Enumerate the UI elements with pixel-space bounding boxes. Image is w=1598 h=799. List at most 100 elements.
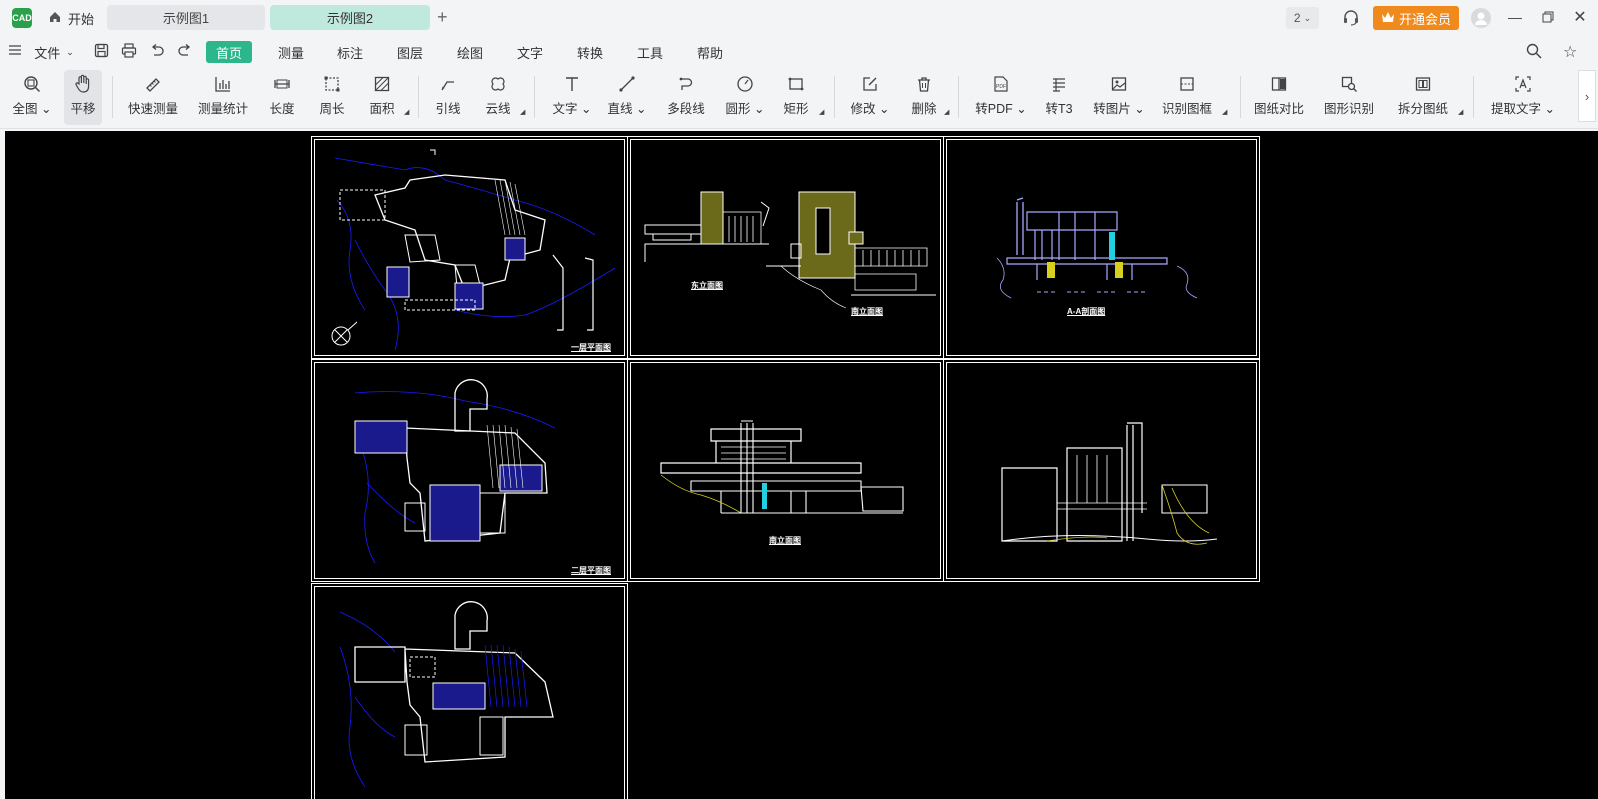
- drawing-sheet-floor2[interactable]: 二层平面图: [311, 359, 628, 582]
- extract-text-button[interactable]: 提取文字 ⌄: [1488, 70, 1558, 125]
- redo-icon[interactable]: [177, 43, 192, 61]
- pdf-file-icon: PDF: [992, 70, 1010, 98]
- home-tab[interactable]: 开始: [42, 7, 100, 29]
- star-icon[interactable]: ☆: [1563, 42, 1577, 62]
- floor3-drawing: [339, 601, 554, 788]
- home-tab-label: 开始: [68, 11, 95, 27]
- chevron-down-icon: ⌄: [1303, 12, 1312, 23]
- hand-icon: [74, 70, 92, 98]
- circle-button[interactable]: 圆形 ⌄: [721, 70, 769, 125]
- west-elevation-drawing: [1001, 422, 1218, 545]
- page-count-value: 2: [1293, 11, 1301, 25]
- tool-label: 图纸对比: [1253, 102, 1304, 116]
- sheet-title: A-A剖面图: [1067, 307, 1106, 316]
- compare-button[interactable]: 图纸对比: [1250, 70, 1308, 125]
- pdf-badge-text: PDF: [996, 84, 1006, 90]
- toolbar-separator: [534, 76, 535, 118]
- toolbar-separator: [418, 76, 419, 118]
- drawing-canvas[interactable]: 一层平面图 东立面图 南立面图 A-A剖面图 二层平面图 南立面图: [5, 131, 1598, 799]
- area-icon: [373, 70, 391, 98]
- ruler-icon: [144, 70, 162, 98]
- drawing-sheet-floor3[interactable]: [311, 583, 628, 799]
- tab-convert[interactable]: 转换: [567, 41, 613, 63]
- close-icon[interactable]: ✕: [1572, 9, 1588, 26]
- detect-frame-button[interactable]: 识别图框: [1162, 70, 1212, 125]
- shape-recognition-button[interactable]: 图形识别: [1320, 70, 1378, 125]
- full-view-button[interactable]: 全图 ⌄: [9, 70, 55, 125]
- hamburger-icon[interactable]: [9, 44, 21, 59]
- search-icon[interactable]: [1526, 43, 1542, 62]
- pan-button[interactable]: 平移: [64, 70, 102, 125]
- polyline-icon: [677, 70, 695, 98]
- expand-icon[interactable]: ◢: [520, 108, 525, 116]
- undo-icon[interactable]: [150, 43, 165, 61]
- vip-label: 开通会员: [1398, 11, 1451, 27]
- split-drawing-button[interactable]: 拆分图纸: [1394, 70, 1452, 125]
- minimize-icon[interactable]: —: [1507, 9, 1523, 25]
- tool-label: 周长: [319, 102, 345, 116]
- tool-label: 快速测量: [127, 102, 178, 116]
- tab-help[interactable]: 帮助: [687, 41, 733, 63]
- vip-button[interactable]: 开通会员: [1373, 6, 1459, 30]
- section-drawing: [996, 197, 1198, 299]
- to-pdf-button[interactable]: PDF 转PDF ⌄: [975, 70, 1027, 125]
- rect-button[interactable]: 矩形: [776, 70, 816, 125]
- tool-label: 修改: [850, 102, 876, 116]
- expand-icon[interactable]: ◢: [1222, 108, 1227, 116]
- modify-button[interactable]: 修改 ⌄: [846, 70, 894, 125]
- tool-label: 提取文字: [1491, 102, 1542, 116]
- tab-example-2[interactable]: 示例图2: [270, 5, 430, 30]
- page-count-dropdown[interactable]: 2 ⌄: [1286, 7, 1319, 29]
- polyline-button[interactable]: 多段线: [662, 70, 710, 125]
- perimeter-button[interactable]: 周长: [312, 70, 352, 125]
- measure-stats-button[interactable]: 测量统计: [192, 70, 254, 125]
- file-menu[interactable]: 文件 ⌄: [30, 41, 78, 63]
- expand-icon[interactable]: ◢: [1458, 108, 1463, 116]
- leader-button[interactable]: 引线: [428, 70, 468, 125]
- drawing-sheet-west-elevation[interactable]: [943, 359, 1260, 582]
- text-button[interactable]: 文字 ⌄: [548, 70, 596, 125]
- toolbar-separator: [112, 76, 113, 118]
- expand-icon[interactable]: ◢: [404, 108, 409, 116]
- drawing-sheet-east-south-elevation[interactable]: 东立面图 南立面图: [627, 136, 944, 359]
- to-image-button[interactable]: 转图片 ⌄: [1093, 70, 1145, 125]
- drawing-sheet-floor1[interactable]: 一层平面图: [311, 136, 628, 359]
- expand-icon[interactable]: ◢: [819, 108, 824, 116]
- quick-measure-button[interactable]: 快速测量: [122, 70, 184, 125]
- area-button[interactable]: 面积: [362, 70, 402, 125]
- print-icon[interactable]: [121, 43, 137, 61]
- trash-icon: [915, 70, 933, 98]
- tab-draw[interactable]: 绘图: [447, 41, 493, 63]
- drawing-sheet-south-elevation[interactable]: 南立面图: [627, 359, 944, 582]
- split-icon: [1414, 70, 1432, 98]
- save-icon[interactable]: [94, 43, 109, 61]
- tool-label: 云线: [485, 102, 511, 116]
- tab-text[interactable]: 文字: [507, 41, 553, 63]
- tool-label: 矩形: [783, 102, 809, 116]
- floor2-drawing: [354, 379, 556, 564]
- tab-home[interactable]: 首页: [206, 41, 252, 63]
- tab-layers[interactable]: 图层: [387, 41, 433, 63]
- tab-example-1[interactable]: 示例图1: [107, 5, 265, 30]
- tab-measure[interactable]: 测量: [268, 41, 314, 63]
- headset-icon[interactable]: [1342, 9, 1360, 30]
- to-t3-button[interactable]: 转T3: [1042, 70, 1076, 125]
- sheet-title: 南立面图: [851, 307, 883, 316]
- restore-icon[interactable]: [1540, 9, 1556, 25]
- user-avatar[interactable]: [1471, 8, 1491, 28]
- menu-label: 工具: [636, 45, 663, 61]
- tab-tools[interactable]: 工具: [627, 41, 673, 63]
- length-button[interactable]: 长度: [262, 70, 302, 125]
- ribbon-toolbar: 全图 ⌄ 平移 快速测量 测量统计 长度 周长 面积 ◢ 引线 云线 ◢ 文字 …: [0, 66, 1598, 129]
- expand-icon[interactable]: ◢: [944, 108, 949, 116]
- drawing-sheet-section[interactable]: A-A剖面图: [943, 136, 1260, 359]
- menu-label: 绘图: [456, 45, 483, 61]
- text-t-icon: [563, 70, 581, 98]
- delete-button[interactable]: 删除: [904, 70, 944, 125]
- add-tab-button[interactable]: +: [437, 7, 448, 28]
- toolbar-separator: [958, 76, 959, 118]
- tab-annotate[interactable]: 标注: [327, 41, 373, 63]
- toolbar-scroll-right-button[interactable]: ›: [1578, 70, 1596, 122]
- cloud-line-button[interactable]: 云线: [478, 70, 518, 125]
- line-button[interactable]: 直线 ⌄: [603, 70, 651, 125]
